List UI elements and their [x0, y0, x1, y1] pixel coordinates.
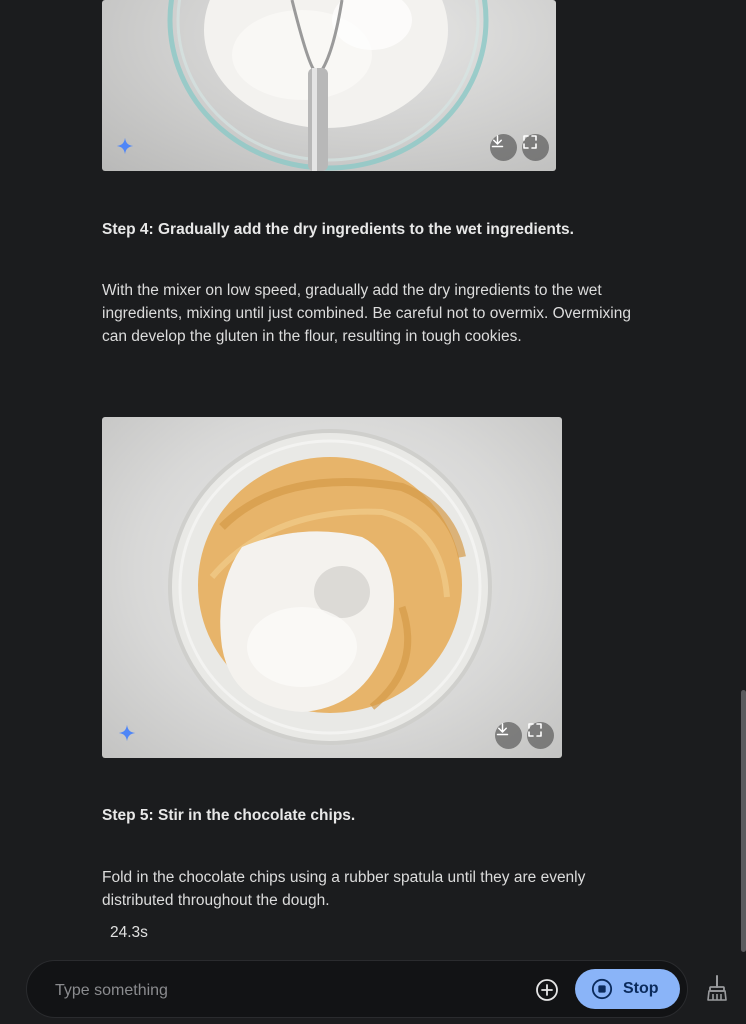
download-icon	[496, 723, 509, 736]
download-button[interactable]	[490, 134, 517, 161]
download-icon	[491, 135, 504, 148]
fullscreen-button[interactable]	[522, 134, 549, 161]
clear-chat-button[interactable]	[703, 973, 731, 1003]
flour-bowl-illustration	[167, 0, 489, 171]
fullscreen-icon	[523, 135, 537, 149]
stop-button[interactable]: Stop	[575, 969, 680, 1009]
step-5-body: Fold in the chocolate chips using a rubb…	[102, 869, 586, 909]
download-button[interactable]	[495, 722, 522, 749]
scrollbar-thumb[interactable]	[741, 690, 746, 952]
message-composer: Stop	[26, 960, 688, 1018]
chat-page: Step 4: Gradually add the dry ingredient…	[0, 0, 746, 1024]
response-timer: 24.3s	[110, 924, 148, 941]
generated-image-flour-whisk[interactable]	[102, 0, 556, 171]
sparkle-icon	[116, 137, 134, 155]
fullscreen-icon	[528, 723, 542, 737]
step-4-heading: Step 4: Gradually add the dry ingredient…	[102, 221, 574, 238]
add-attachment-button[interactable]	[533, 976, 561, 1004]
plus-circle-icon	[536, 979, 558, 1001]
stop-icon	[591, 978, 613, 1000]
fullscreen-button[interactable]	[527, 722, 554, 749]
generated-image-dough-flour[interactable]	[102, 417, 562, 758]
step-5-heading: Step 5: Stir in the chocolate chips.	[102, 807, 356, 824]
dough-bowl-illustration	[168, 429, 492, 745]
sparkle-icon	[118, 724, 136, 742]
step-4-body: With the mixer on low speed, gradually a…	[102, 282, 631, 345]
stop-button-label: Stop	[623, 980, 659, 997]
broom-icon	[707, 975, 727, 1001]
message-input[interactable]	[53, 977, 497, 1005]
